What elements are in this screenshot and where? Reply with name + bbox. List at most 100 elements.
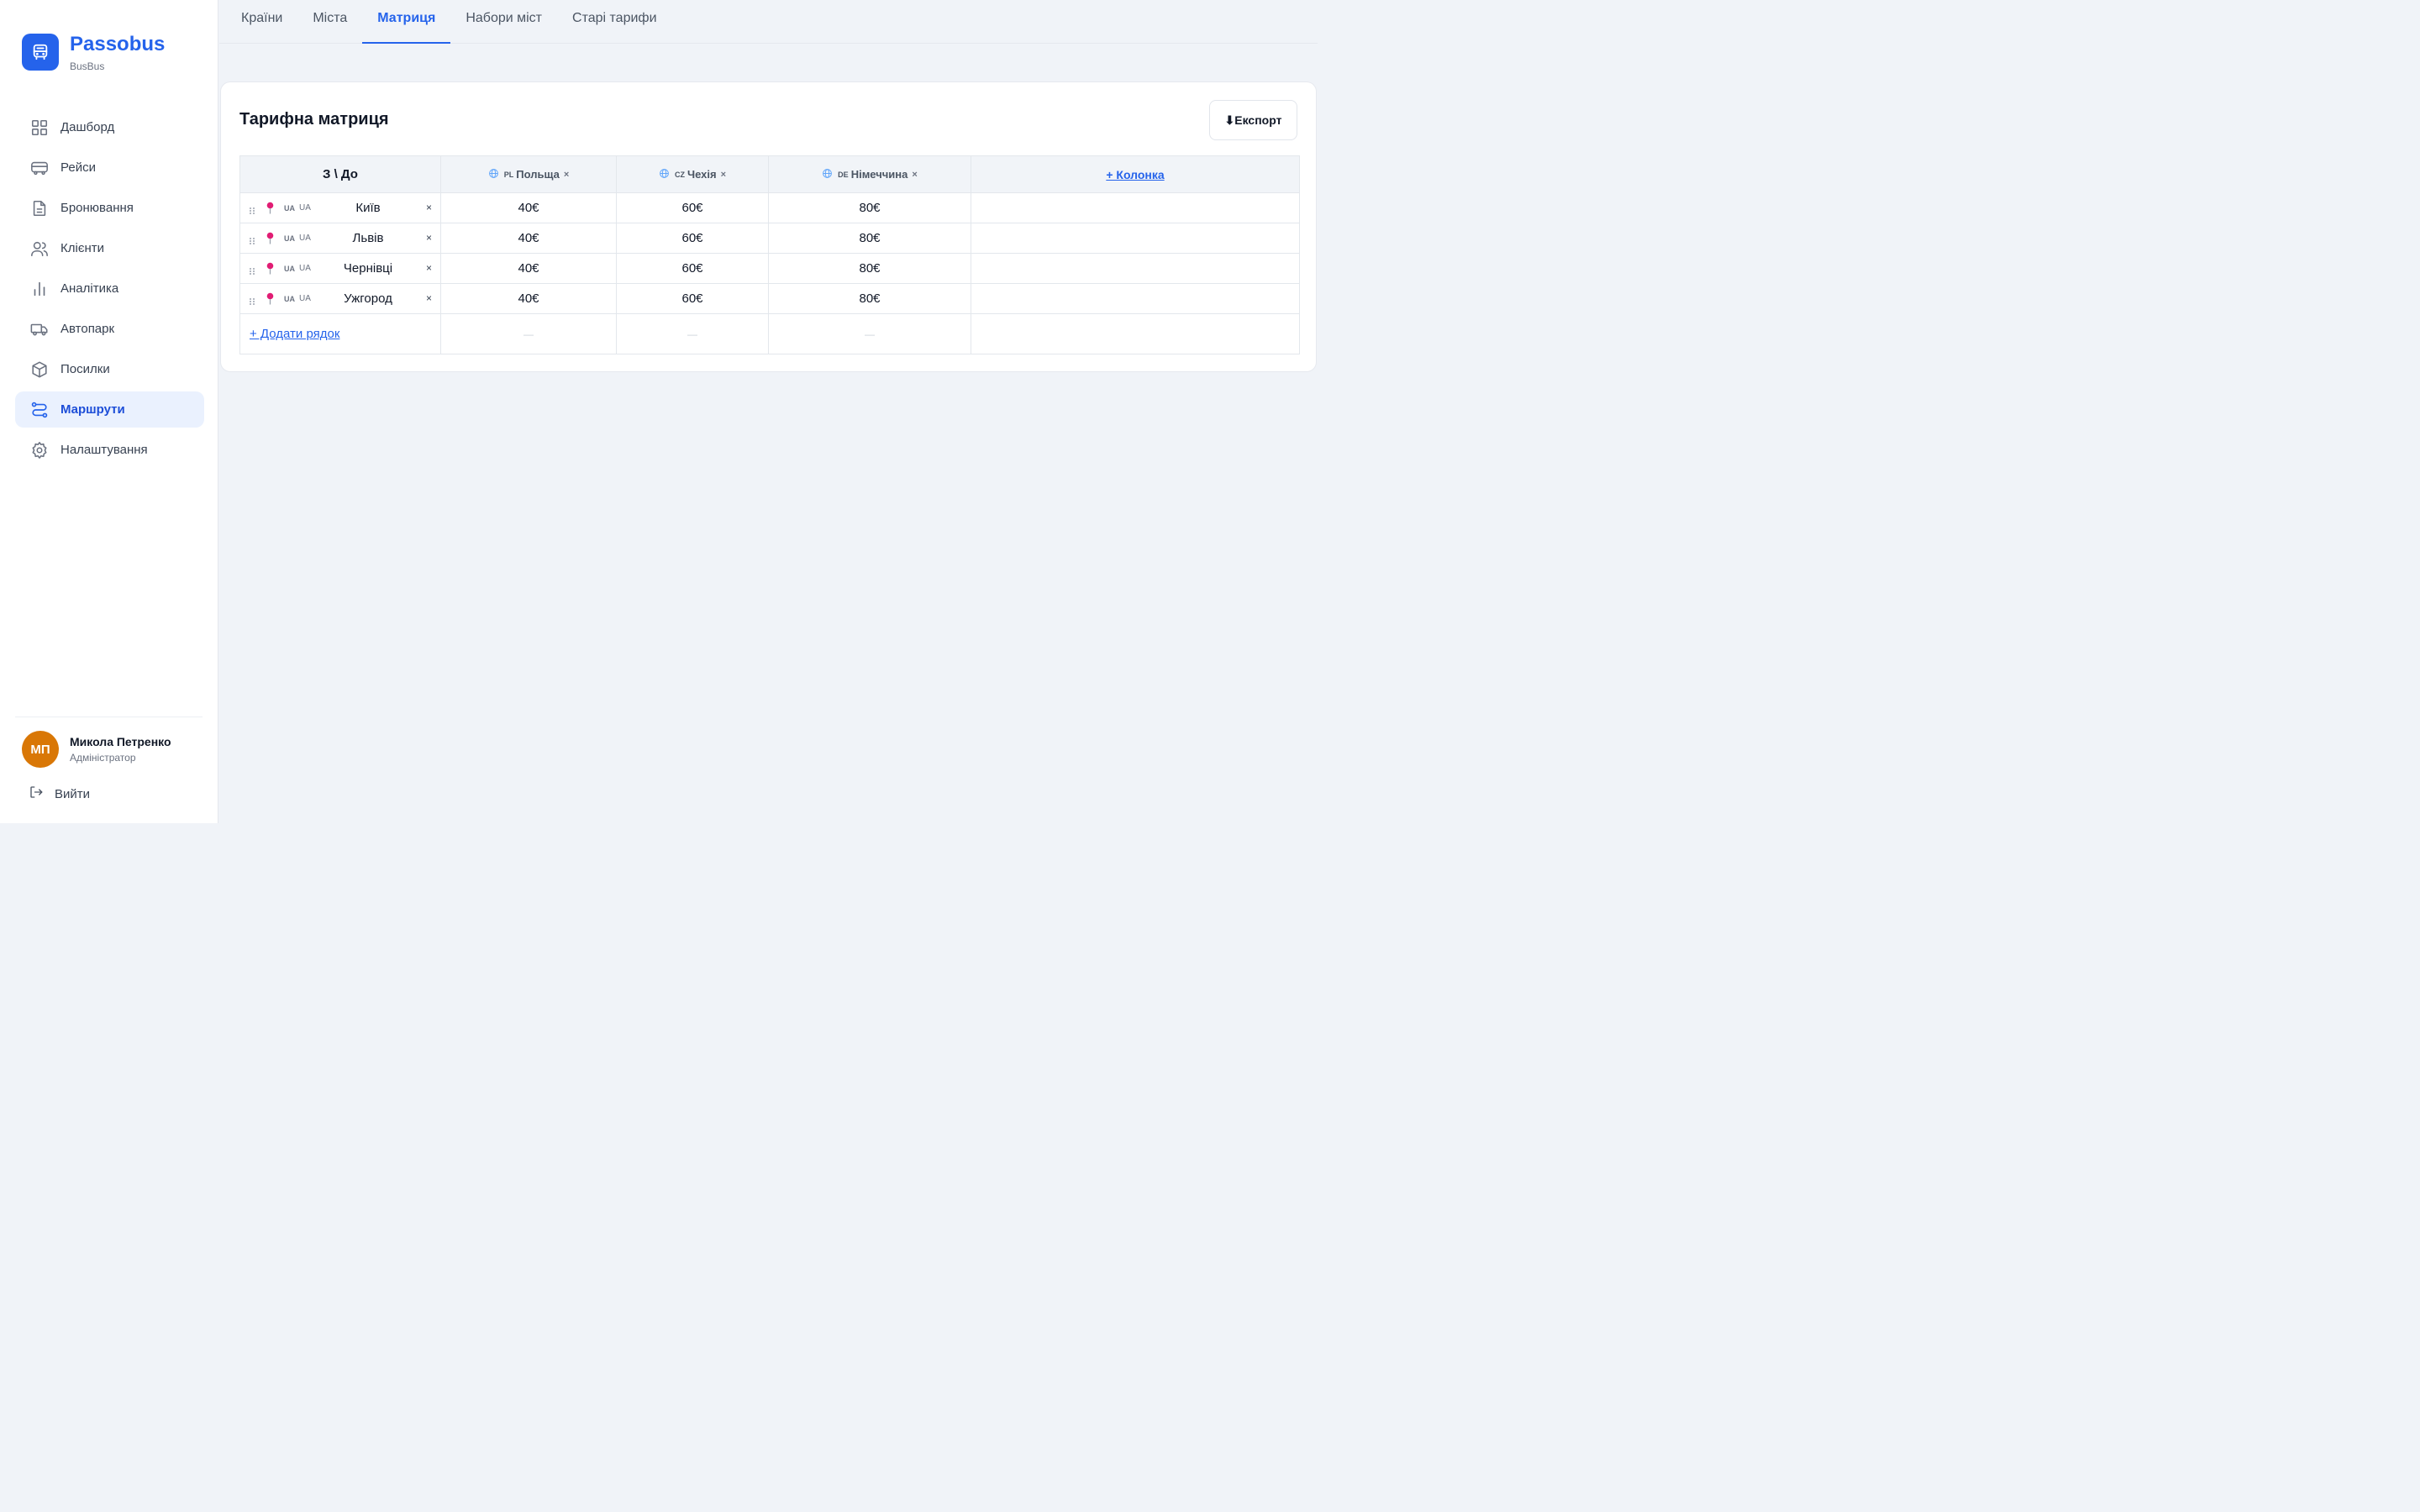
row-header: UA UA Київ × <box>239 192 441 223</box>
table-row: UA UA Київ × 40€ 60€ 80€ <box>239 192 1300 223</box>
sidebar-item-label: Клієнти <box>60 241 105 255</box>
column-name: Німеччина <box>850 168 908 181</box>
price-cell[interactable]: 40€ <box>440 192 617 223</box>
sidebar-nav: Дашборд Рейси Бронювання Клієнти Аналіти… <box>15 109 204 472</box>
sidebar-item-routes[interactable]: Маршрути <box>15 391 204 428</box>
user-profile[interactable]: МП Микола Петренко Адміністратор <box>22 731 171 768</box>
row-header: UA UA Ужгород × <box>239 283 441 314</box>
country-code: UA <box>299 234 311 243</box>
sidebar-item-dashboard[interactable]: Дашборд <box>15 109 204 145</box>
drag-handle-icon[interactable] <box>249 204 255 218</box>
drag-handle-icon[interactable] <box>249 265 255 279</box>
sidebar-item-label: Автопарк <box>60 322 115 336</box>
remove-row-button[interactable]: × <box>426 262 432 274</box>
globe-icon <box>488 168 499 181</box>
remove-row-button[interactable]: × <box>426 202 432 213</box>
sidebar-item-parcels[interactable]: Посилки <box>15 351 204 387</box>
price-cell[interactable]: 80€ <box>768 192 971 223</box>
remove-column-button[interactable]: × <box>721 170 726 180</box>
add-row-link[interactable]: + Додати рядок <box>250 327 339 341</box>
export-button[interactable]: ⬇Експорт <box>1209 100 1297 140</box>
country-code: CZ <box>674 170 685 179</box>
bus-icon <box>29 158 50 178</box>
column-header-pl: PL Польща × <box>440 155 617 193</box>
country-code: UA <box>284 234 295 243</box>
city-name: Львів <box>352 231 384 245</box>
placeholder-dash: — <box>687 328 697 340</box>
tab-countries[interactable]: Країни <box>226 0 297 40</box>
placeholder-dash: — <box>865 328 875 340</box>
remove-row-button[interactable]: × <box>426 232 432 244</box>
empty-cell <box>971 192 1300 223</box>
pushpin-icon <box>266 232 275 248</box>
country-code: UA <box>299 264 311 273</box>
remove-column-button[interactable]: × <box>564 170 569 180</box>
brand[interactable]: Passobus BusBus <box>22 33 165 72</box>
bus-logo-icon <box>22 34 59 71</box>
pushpin-icon <box>266 262 275 278</box>
sidebar-item-clients[interactable]: Клієнти <box>15 230 204 266</box>
empty-cell <box>971 253 1300 284</box>
page-title: Тарифна матриця <box>239 110 389 129</box>
tab-old-tariffs[interactable]: Старі тарифи <box>557 0 671 40</box>
brand-subtitle: BusBus <box>70 60 105 72</box>
remove-row-button[interactable]: × <box>426 292 432 304</box>
sidebar: Passobus BusBus Дашборд Рейси Бронювання <box>0 0 218 823</box>
city-name: Київ <box>355 201 381 215</box>
logout-button[interactable]: Вийти <box>29 785 90 804</box>
sidebar-item-bookings[interactable]: Бронювання <box>15 190 204 226</box>
country-code: DE <box>838 170 849 179</box>
user-name: Микола Петренко <box>70 735 171 748</box>
document-icon <box>29 198 50 218</box>
price-cell[interactable]: 40€ <box>440 223 617 254</box>
tab-cities[interactable]: Міста <box>297 0 362 40</box>
remove-column-button[interactable]: × <box>912 170 917 180</box>
add-row-row: + Додати рядок — — — <box>239 313 1300 354</box>
placeholder-cell: — <box>440 313 617 354</box>
empty-cell <box>971 283 1300 314</box>
price-cell[interactable]: 80€ <box>768 253 971 284</box>
sidebar-item-fleet[interactable]: Автопарк <box>15 311 204 347</box>
grid-icon <box>29 118 50 138</box>
row-header: UA UA Львів × <box>239 223 441 254</box>
drag-handle-icon[interactable] <box>249 295 255 309</box>
column-header-cz: CZ Чехія × <box>616 155 769 193</box>
city-name: Чернівці <box>343 261 393 276</box>
user-role: Адміністратор <box>70 752 136 764</box>
empty-cell <box>971 313 1300 354</box>
country-code: UA <box>284 204 295 213</box>
drag-handle-icon[interactable] <box>249 234 255 249</box>
price-cell[interactable]: 80€ <box>768 223 971 254</box>
price-cell[interactable]: 60€ <box>616 253 769 284</box>
row-header: UA UA Чернівці × <box>239 253 441 284</box>
tab-city-sets[interactable]: Набори міст <box>450 0 557 40</box>
sidebar-item-label: Рейси <box>60 160 96 175</box>
table-row: UA UA Ужгород × 40€ 60€ 80€ <box>239 283 1300 314</box>
sidebar-item-settings[interactable]: Налаштування <box>15 432 204 468</box>
sidebar-item-label: Маршрути <box>60 402 125 417</box>
table-row: UA UA Чернівці × 40€ 60€ 80€ <box>239 253 1300 284</box>
sidebar-item-analytics[interactable]: Аналітика <box>15 270 204 307</box>
table-row: UA UA Львів × 40€ 60€ 80€ <box>239 223 1300 254</box>
price-cell[interactable]: 60€ <box>616 192 769 223</box>
sidebar-item-trips[interactable]: Рейси <box>15 150 204 186</box>
tab-matrix[interactable]: Матриця <box>362 0 451 44</box>
package-icon <box>29 360 50 380</box>
avatar: МП <box>22 731 59 768</box>
add-column-link[interactable]: + Колонка <box>1106 168 1164 181</box>
placeholder-cell: — <box>768 313 971 354</box>
add-row-cell: + Додати рядок <box>239 313 441 354</box>
users-icon <box>29 239 50 259</box>
price-cell[interactable]: 60€ <box>616 223 769 254</box>
price-cell[interactable]: 60€ <box>616 283 769 314</box>
price-cell[interactable]: 80€ <box>768 283 971 314</box>
add-column-header: + Колонка <box>971 155 1300 193</box>
gear-icon <box>29 440 50 460</box>
price-cell[interactable]: 40€ <box>440 283 617 314</box>
tariff-matrix-table: З \ До PL Польща × CZ Чехія × DE Німеччи… <box>239 155 1300 354</box>
truck-icon <box>29 319 50 339</box>
price-cell[interactable]: 40€ <box>440 253 617 284</box>
country-code: UA <box>299 294 311 303</box>
country-code: PL <box>503 170 514 179</box>
country-code: UA <box>284 295 295 303</box>
